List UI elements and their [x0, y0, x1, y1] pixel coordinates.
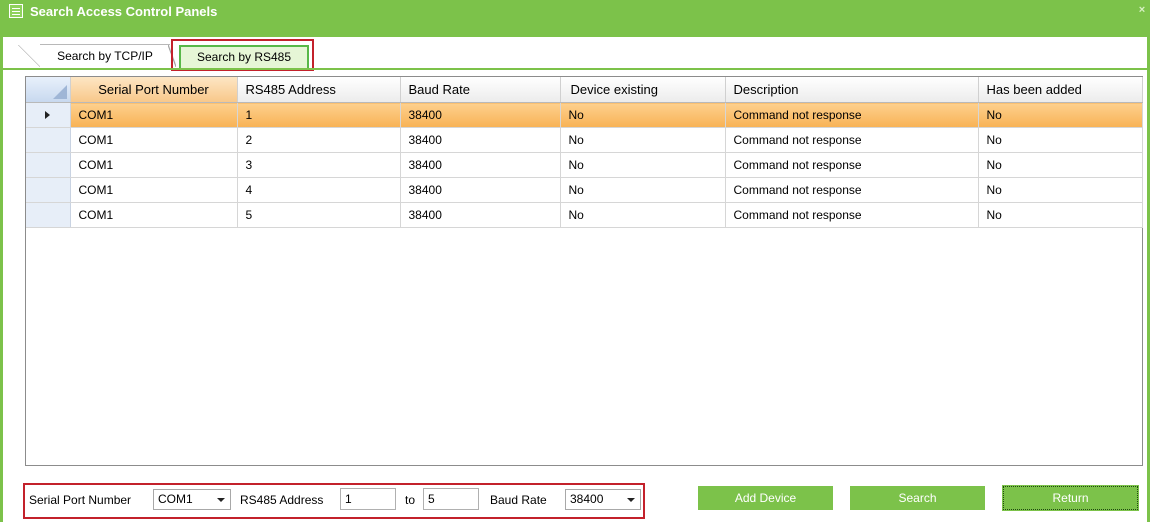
- column-header-has-been-added[interactable]: Has been added: [978, 77, 1143, 103]
- cell-baud: 38400: [400, 102, 561, 128]
- table-row[interactable]: COM1 3 38400 No Command not response No: [26, 152, 1143, 178]
- cell-port: COM1: [70, 202, 238, 228]
- cell-added: No: [978, 102, 1143, 128]
- cell-description: Command not response: [725, 127, 979, 153]
- cell-port: COM1: [70, 177, 238, 203]
- close-icon[interactable]: ×: [1137, 4, 1147, 16]
- column-header-rs485-address[interactable]: RS485 Address: [237, 77, 401, 103]
- rs485-to-input[interactable]: [423, 488, 479, 510]
- cell-address: 4: [237, 177, 401, 203]
- row-indicator[interactable]: [26, 177, 71, 203]
- tab-divider: [3, 68, 1150, 70]
- serial-port-value: COM1: [158, 492, 193, 506]
- baud-rate-select[interactable]: 38400: [565, 489, 641, 510]
- baud-rate-value: 38400: [570, 492, 604, 506]
- current-row-arrow-icon: [45, 111, 51, 119]
- cell-baud: 38400: [400, 202, 561, 228]
- serial-port-select[interactable]: COM1: [153, 489, 231, 510]
- results-table: Serial Port Number RS485 Address Baud Ra…: [26, 77, 1143, 228]
- results-grid: Serial Port Number RS485 Address Baud Ra…: [25, 76, 1143, 466]
- rs485-address-label: RS485 Address: [240, 493, 324, 507]
- cell-port: COM1: [70, 102, 238, 128]
- cell-exists: No: [560, 127, 726, 153]
- cell-address: 5: [237, 202, 401, 228]
- cell-added: No: [978, 202, 1143, 228]
- to-label: to: [405, 493, 416, 507]
- table-row[interactable]: COM1 1 38400 No Command not response No: [26, 102, 1143, 128]
- row-indicator[interactable]: [26, 202, 71, 228]
- cell-added: No: [978, 152, 1143, 178]
- table-header-row: Serial Port Number RS485 Address Baud Ra…: [26, 77, 1143, 103]
- tab-search-by-rs485[interactable]: Search by RS485: [179, 45, 309, 68]
- chevron-down-icon: [217, 498, 225, 502]
- row-indicator[interactable]: [26, 102, 71, 128]
- baud-rate-label: Baud Rate: [490, 493, 547, 507]
- cell-address: 1: [237, 102, 401, 128]
- return-button[interactable]: Return: [1002, 485, 1139, 511]
- column-header-device-existing[interactable]: Device existing: [560, 77, 726, 103]
- cell-baud: 38400: [400, 152, 561, 178]
- cell-exists: No: [560, 202, 726, 228]
- chevron-down-icon: [627, 498, 635, 502]
- cell-description: Command not response: [725, 177, 979, 203]
- cell-exists: No: [560, 177, 726, 203]
- cell-port: COM1: [70, 127, 238, 153]
- cell-description: Command not response: [725, 102, 979, 128]
- add-device-button[interactable]: Add Device: [698, 486, 833, 510]
- app-icon: [9, 4, 23, 18]
- cell-description: Command not response: [725, 202, 979, 228]
- row-indicator[interactable]: [26, 152, 71, 178]
- cell-added: No: [978, 177, 1143, 203]
- table-row[interactable]: COM1 5 38400 No Command not response No: [26, 202, 1143, 228]
- row-indicator[interactable]: [26, 127, 71, 153]
- cell-exists: No: [560, 102, 726, 128]
- cell-exists: No: [560, 152, 726, 178]
- column-header-serial-port[interactable]: Serial Port Number: [70, 77, 238, 103]
- cell-added: No: [978, 127, 1143, 153]
- rs485-from-input[interactable]: [340, 488, 396, 510]
- window-title: Search Access Control Panels: [30, 4, 218, 19]
- title-bar: Search Access Control Panels ×: [3, 0, 1150, 37]
- cell-description: Command not response: [725, 152, 979, 178]
- cell-baud: 38400: [400, 127, 561, 153]
- search-button[interactable]: Search: [850, 486, 985, 510]
- cell-address: 3: [237, 152, 401, 178]
- serial-port-label: Serial Port Number: [29, 493, 132, 507]
- column-header-baud-rate[interactable]: Baud Rate: [400, 77, 561, 103]
- cell-baud: 38400: [400, 177, 561, 203]
- search-panels-window: Search Access Control Panels × Search by…: [0, 0, 1150, 522]
- select-all-corner[interactable]: [26, 77, 71, 103]
- cell-port: COM1: [70, 152, 238, 178]
- table-row[interactable]: COM1 2 38400 No Command not response No: [26, 127, 1143, 153]
- cell-address: 2: [237, 127, 401, 153]
- tab-search-by-tcpip[interactable]: Search by TCP/IP: [18, 44, 176, 67]
- table-row[interactable]: COM1 4 38400 No Command not response No: [26, 177, 1143, 203]
- column-header-description[interactable]: Description: [725, 77, 979, 103]
